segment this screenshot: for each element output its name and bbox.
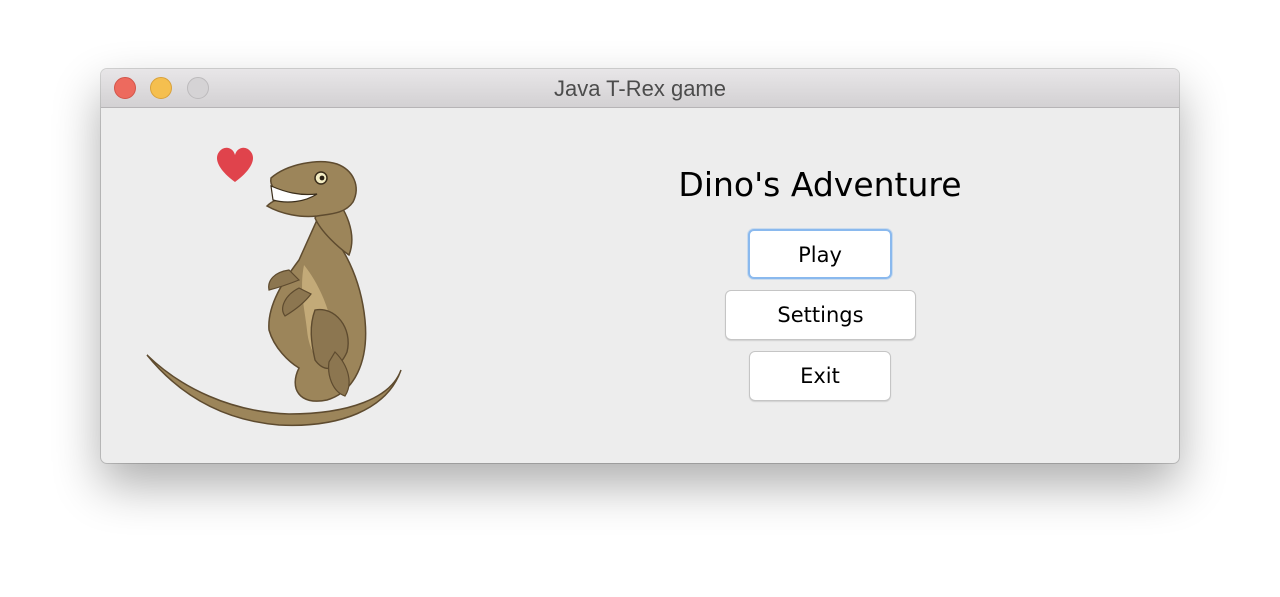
dino-illustration <box>146 147 402 427</box>
app-window: Java T-Rex game Dino's Adventure Play Se… <box>101 69 1179 463</box>
window-title: Java T-Rex game <box>553 76 726 101</box>
exit-button[interactable]: Exit <box>749 351 891 401</box>
settings-button[interactable]: Settings <box>725 290 916 340</box>
play-button[interactable]: Play <box>748 229 892 279</box>
title-bar[interactable]: Java T-Rex game <box>101 69 1179 108</box>
main-content: Dino's Adventure Play Settings Exit <box>101 108 1179 463</box>
dino-tail <box>146 354 402 427</box>
heart-icon <box>216 147 254 182</box>
game-title-heading: Dino's Adventure <box>678 165 962 204</box>
